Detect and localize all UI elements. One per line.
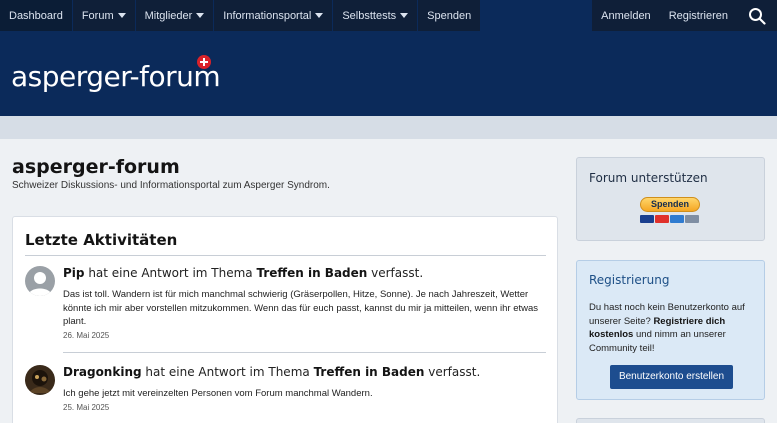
activity-date: 25. Mai 2025 [63,403,110,412]
swiss-cross-icon [197,55,211,69]
support-widget: Forum unterstützen Spenden [576,157,765,241]
sidebar-widget [576,418,765,423]
chevron-down-icon [315,13,324,18]
user-avatar-icon [25,365,55,395]
nav-spenden-label: Spenden [427,9,472,22]
activity-action-text: hat eine Antwort im Thema [84,266,257,280]
search-icon [749,7,766,25]
registration-text: Du hast noch kein Benutzerkonto auf unse… [589,301,755,355]
activity-action-end: verfasst. [424,365,481,379]
activity-thread-link[interactable]: Treffen in Baden [314,365,425,379]
top-navigation: Dashboard Forum Mitglieder Informationsp… [0,0,777,31]
recent-activity-panel: Letzte Aktivitäten Pip hat eine Antwort … [12,216,558,423]
activity-excerpt: Ich gehe jetzt mit vereinzelten Personen… [63,388,373,399]
activity-headline: Pip hat eine Antwort im Thema Treffen in… [63,266,423,280]
activity-excerpt: Das ist toll. Wandern ist für mich manch… [63,289,539,327]
divider [63,352,546,353]
divider [25,255,546,256]
mastercard-icon [655,215,669,223]
registration-title: Registrierung [589,273,670,287]
login-label: Anmelden [601,9,651,22]
payment-cards-icon [640,215,699,223]
nav-selbsttests-label: Selbsttests [342,9,397,22]
nav-mitglieder[interactable]: Mitglieder [135,0,214,31]
bank-card-icon [685,215,699,223]
donate-label: Spenden [640,197,700,212]
activity-headline: Dragonking hat eine Antwort im Thema Tre… [63,365,480,379]
page-description: Schweizer Diskussions- und Informationsp… [12,180,330,191]
activity-action-text: hat eine Antwort im Thema [141,365,314,379]
account-menu: Anmelden Registrieren [592,0,777,31]
nav-mitglieder-label: Mitglieder [144,9,193,22]
chevron-down-icon [400,13,409,18]
login-link[interactable]: Anmelden [592,0,660,31]
recent-activity-heading: Letzte Aktivitäten [25,231,178,249]
nav-dashboard[interactable]: Dashboard [0,0,72,31]
default-avatar-icon [25,266,55,296]
visa-card-icon [640,215,654,223]
main-menu: Dashboard Forum Mitglieder Informationsp… [0,0,481,31]
activity-thread-link[interactable]: Treffen in Baden [256,266,367,280]
nav-spenden[interactable]: Spenden [418,0,481,31]
site-logo[interactable]: asperger-forum [11,60,221,93]
activity-action-end: verfasst. [367,266,424,280]
search-button[interactable] [737,0,777,31]
support-title: Forum unterstützen [589,171,708,185]
avatar[interactable] [25,365,55,395]
nav-selbsttests[interactable]: Selbsttests [333,0,418,31]
avatar[interactable] [25,266,55,296]
nav-informationsportal-label: Informationsportal [223,9,312,22]
nav-informationsportal[interactable]: Informationsportal [214,0,333,31]
register-label: Registrieren [668,9,728,22]
registration-widget: Registrierung Du hast noch kein Benutzer… [576,260,765,400]
page-title: asperger-forum [12,156,180,178]
activity-user-link[interactable]: Pip [63,266,85,280]
chevron-down-icon [117,13,126,18]
sub-navigation-bar [0,116,777,139]
donate-button[interactable]: Spenden [640,197,700,225]
register-link[interactable]: Registrieren [659,0,737,31]
nav-forum-label: Forum [81,9,114,22]
activity-user-link[interactable]: Dragonking [63,365,142,379]
create-account-button[interactable]: Benutzerkonto erstellen [610,365,733,389]
chevron-down-icon [196,13,205,18]
amex-card-icon [670,215,684,223]
nav-forum[interactable]: Forum [72,0,135,31]
site-header: asperger-forum [0,31,777,116]
activity-date: 26. Mai 2025 [63,331,110,340]
nav-dashboard-label: Dashboard [9,9,63,22]
